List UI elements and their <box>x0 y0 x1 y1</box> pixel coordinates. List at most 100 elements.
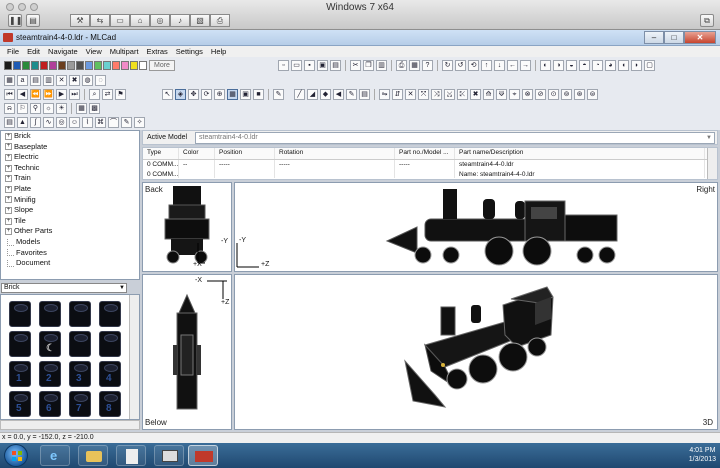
expand-icon[interactable]: + <box>5 228 12 236</box>
ghost-icon[interactable]: ◌ <box>95 75 106 86</box>
minimize-button[interactable]: – <box>644 31 664 44</box>
replace-icon[interactable]: ⇄ <box>102 89 113 100</box>
matrix-icon[interactable]: ▩ <box>89 103 100 114</box>
wrench-icon[interactable]: ⚒ <box>70 14 90 27</box>
color-swatch[interactable] <box>76 61 84 70</box>
tree-item[interactable]: + Other Parts <box>1 226 139 237</box>
cut-icon[interactable]: ✂ <box>350 60 361 71</box>
grid-icon[interactable]: ▥ <box>43 75 54 86</box>
expand-icon[interactable]: + <box>5 196 12 204</box>
sound-icon[interactable]: ♪ <box>170 14 190 27</box>
expand-icon[interactable]: + <box>5 175 12 183</box>
transform-14-icon[interactable]: ⊜ <box>587 89 598 100</box>
system-clock[interactable]: 4:01 PM 1/3/2013 <box>689 446 716 464</box>
menu-settings[interactable]: Settings <box>172 46 207 57</box>
tree-item[interactable]: + Slope <box>1 205 139 216</box>
first-step-icon[interactable]: ⏮ <box>4 89 15 100</box>
expand-icon[interactable]: + <box>5 143 12 151</box>
solid-view-icon[interactable]: ■ <box>253 89 264 100</box>
expand-icon[interactable]: + <box>5 153 12 161</box>
quad-icon[interactable]: ◆ <box>320 89 331 100</box>
viewport-right[interactable]: Right -Y +Z <box>234 182 718 272</box>
palette-scrollbar[interactable] <box>129 295 139 419</box>
select-icon[interactable]: ↖ <box>162 89 173 100</box>
four-views-icon[interactable]: ▦ <box>227 89 238 100</box>
expand-icon[interactable]: + <box>5 132 12 140</box>
menu-file[interactable]: File <box>3 46 23 57</box>
hose-icon[interactable]: ∿ <box>43 117 54 128</box>
transform-8-icon[interactable]: ⌖ <box>509 89 520 100</box>
expand-icon[interactable]: + <box>5 164 12 172</box>
viewport-3d[interactable]: 3D <box>234 274 718 430</box>
menu-extras[interactable]: Extras <box>143 46 172 57</box>
brick-part-1x1[interactable] <box>9 301 31 327</box>
transform-7-icon[interactable]: ⟱ <box>496 89 507 100</box>
taskbar-mlcad[interactable] <box>188 445 218 466</box>
single-view-icon[interactable]: ▣ <box>240 89 251 100</box>
color-swatch[interactable] <box>67 61 75 70</box>
brick-part-4[interactable]: 4 <box>99 361 121 387</box>
transform-1-icon[interactable]: ⤧ <box>418 89 429 100</box>
palette-hscrollbar[interactable] <box>0 420 140 430</box>
prev-step-icon[interactable]: ◀ <box>17 89 28 100</box>
color-swatch[interactable] <box>130 61 138 70</box>
script-icon[interactable]: ⌘ <box>95 117 106 128</box>
col-part-no[interactable]: Part no./Model ... <box>395 148 455 159</box>
wireframe-icon[interactable]: ◈ <box>175 89 186 100</box>
table-row[interactable]: 0 COMM... Name: steamtrain4-4-0.ldr <box>143 170 717 178</box>
taskbar-explorer[interactable] <box>78 445 108 466</box>
mirror-x-icon[interactable]: ⇋ <box>379 89 390 100</box>
viewport-below[interactable]: Below -X +Z <box>142 274 232 430</box>
col-color[interactable]: Color <box>179 148 215 159</box>
view-4-icon[interactable]: ◓ <box>579 60 590 71</box>
view-1-icon[interactable]: ◐ <box>540 60 551 71</box>
step-marker-icon[interactable]: ▤ <box>359 89 370 100</box>
color-swatch[interactable] <box>49 61 57 70</box>
color-swatch[interactable] <box>112 61 120 70</box>
insert-part-icon[interactable]: ▦ <box>4 75 15 86</box>
view-2-icon[interactable]: ◑ <box>553 60 564 71</box>
tree-item[interactable]: Favorites <box>1 248 139 259</box>
expand-icon[interactable]: + <box>5 217 12 225</box>
transform-4-icon[interactable]: ⤪ <box>457 89 468 100</box>
tree-item[interactable]: + Plate <box>1 184 139 195</box>
tree-item[interactable]: + Brick <box>1 131 139 142</box>
minifig-icon[interactable]: ☺ <box>69 117 80 128</box>
hide-icon[interactable]: ◍ <box>82 75 93 86</box>
network-icon[interactable]: ⇆ <box>90 14 110 27</box>
line-icon[interactable]: ╱ <box>294 89 305 100</box>
menu-help[interactable]: Help <box>207 46 230 57</box>
view-5-icon[interactable]: ◔ <box>592 60 603 71</box>
color-swatch[interactable] <box>40 61 48 70</box>
tree-item[interactable]: Document <box>1 258 139 269</box>
brick-part-stud[interactable] <box>69 331 91 357</box>
brick-part-3[interactable]: 3 <box>69 361 91 387</box>
rotate-view-icon[interactable]: ⟳ <box>201 89 212 100</box>
step-icon[interactable]: ▤ <box>30 75 41 86</box>
transform-6-icon[interactable]: ⟰ <box>483 89 494 100</box>
col-position[interactable]: Position <box>215 148 275 159</box>
wizard-icon[interactable]: ✧ <box>134 117 145 128</box>
transform-12-icon[interactable]: ⊚ <box>561 89 572 100</box>
marker-icon[interactable]: ⚲ <box>30 103 41 114</box>
transform-9-icon[interactable]: ⊗ <box>522 89 533 100</box>
move-up-icon[interactable]: ↑ <box>481 60 492 71</box>
menu-view[interactable]: View <box>82 46 106 57</box>
spring-icon[interactable]: ʃ <box>30 117 41 128</box>
fast-forward-icon[interactable]: ⏩ <box>43 89 54 100</box>
color-swatch[interactable] <box>22 61 30 70</box>
rotate-x-icon[interactable]: ↻ <box>442 60 453 71</box>
color-swatch[interactable] <box>4 61 12 70</box>
comment-icon[interactable]: ✎ <box>346 89 357 100</box>
taskbar-ie[interactable]: e <box>40 445 70 466</box>
view-6-icon[interactable]: ◕ <box>605 60 616 71</box>
find-icon[interactable]: ⌕ <box>89 89 100 100</box>
tree-item[interactable]: Models <box>1 237 139 248</box>
rotate-z-icon[interactable]: ⟲ <box>468 60 479 71</box>
print-icon[interactable]: ⎙ <box>396 60 407 71</box>
expand-icon[interactable]: + <box>5 206 12 214</box>
copy-icon[interactable]: ❐ <box>363 60 374 71</box>
cd-icon[interactable]: ◎ <box>150 14 170 27</box>
terrain-icon[interactable]: ▲ <box>17 117 28 128</box>
flag-icon[interactable]: ⚐ <box>17 103 28 114</box>
